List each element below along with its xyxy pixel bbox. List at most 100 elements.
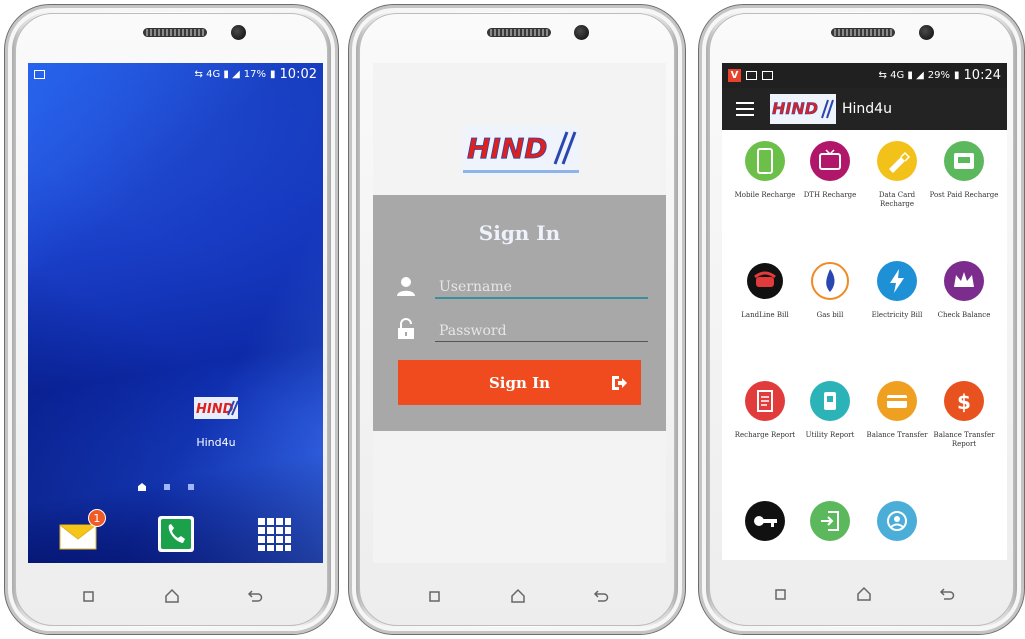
password-input[interactable] [435, 321, 648, 342]
service-tile-label: Balance Transfer Report [933, 431, 995, 448]
notification-badge: 1 [87, 509, 106, 527]
home-icon[interactable] [163, 587, 181, 605]
earpiece-speaker [143, 28, 207, 37]
battery-percent: 17% [243, 68, 267, 80]
service-tile[interactable]: LandLine Bill [730, 261, 800, 320]
front-camera [574, 25, 589, 40]
service-tile-label: Post Paid Recharge [929, 191, 999, 199]
apps-grid-icon [258, 518, 292, 551]
page-indicator [138, 483, 194, 491]
lock-icon [393, 316, 419, 342]
service-tile[interactable]: Balance Transfer [862, 381, 932, 440]
utility-icon [810, 381, 850, 421]
hardware-nav-bar [739, 585, 989, 603]
service-tile[interactable] [862, 501, 932, 541]
service-tile[interactable] [795, 501, 865, 541]
login-screen: HIND Sign In Sign In [373, 63, 666, 563]
login-icon [810, 501, 850, 541]
hind4u-app-icon[interactable]: HIND [194, 397, 239, 419]
key-icon [745, 501, 785, 541]
status-bar: V ⇆ 4G ▮ ◢ 29% ▮ 10:24 [722, 63, 1007, 88]
page-dot [188, 484, 194, 490]
dollar-icon: $ [944, 381, 984, 421]
service-tile-label: Gas bill [816, 311, 844, 319]
menu-icon[interactable] [736, 102, 754, 116]
recent-apps-icon[interactable] [80, 587, 98, 605]
hind-logo: HIND [770, 94, 836, 124]
recent-apps-icon[interactable] [772, 585, 790, 603]
service-tile[interactable]: DTH Recharge [795, 141, 865, 200]
crown-icon [944, 261, 984, 301]
battery-icon: ▮ [270, 68, 276, 80]
service-tile[interactable]: Post Paid Recharge [929, 141, 999, 200]
back-icon[interactable] [938, 585, 956, 603]
report-icon [745, 381, 785, 421]
earpiece-speaker [831, 28, 895, 37]
hind-logo: HIND [463, 126, 579, 176]
app-drawer[interactable] [255, 515, 293, 553]
app-title: Hind4u [842, 101, 892, 117]
battery-percent: 29% [927, 70, 951, 81]
svg-text:$: $ [957, 390, 971, 414]
recent-apps-icon[interactable] [426, 587, 444, 605]
sign-in-panel: Sign In Sign In [373, 195, 666, 431]
service-tile[interactable] [730, 501, 800, 541]
service-tile-label: LandLine Bill [741, 311, 789, 319]
service-tile[interactable]: Gas bill [795, 261, 865, 320]
support-icon [877, 501, 917, 541]
password-row [393, 308, 648, 342]
dashboard-screen: V ⇆ 4G ▮ ◢ 29% ▮ 10:24 HIND Hind4u Mobil… [722, 63, 1007, 560]
hardware-nav-bar [47, 587, 297, 605]
sign-in-button-label: Sign In [488, 373, 551, 392]
svg-text:HIND: HIND [467, 132, 548, 165]
back-icon[interactable] [246, 587, 264, 605]
earpiece-speaker [487, 28, 551, 37]
front-camera [231, 25, 246, 40]
service-tile-label: Utility Report [805, 431, 855, 439]
back-icon[interactable] [592, 587, 610, 605]
image-icon [746, 71, 757, 80]
app-bar: HIND Hind4u [722, 88, 1007, 130]
service-tile[interactable]: Mobile Recharge [730, 141, 800, 200]
sign-in-button[interactable]: Sign In [398, 360, 641, 405]
service-tile[interactable]: Electricity Bill [862, 261, 932, 320]
telephone-icon [745, 261, 785, 301]
sign-in-arrow-icon [612, 376, 627, 390]
service-tile[interactable]: Check Balance [929, 261, 999, 320]
username-row [393, 265, 648, 299]
page-dot [164, 484, 170, 490]
card-icon [877, 381, 917, 421]
service-tile-label: Data Card Recharge [878, 191, 916, 208]
front-camera [919, 25, 934, 40]
bill-icon [944, 141, 984, 181]
lightning-icon [877, 261, 917, 301]
battery-icon: ▮ [954, 70, 960, 81]
service-tile[interactable]: Data Card Recharge [862, 141, 932, 209]
notification-icon [34, 69, 45, 79]
home-screen: ⇆ 4G ▮ ◢ 17% ▮ 10:02 HIND Hind4u 1 [28, 63, 323, 563]
service-tile-label: Recharge Report [734, 431, 796, 439]
v-app-icon: V [728, 69, 741, 82]
flame-icon [810, 261, 850, 301]
usb-icon [877, 141, 917, 181]
service-tile[interactable]: Recharge Report [730, 381, 800, 440]
email-app[interactable]: 1 [58, 509, 106, 551]
home-icon[interactable] [855, 585, 873, 603]
sign-in-title: Sign In [478, 221, 561, 245]
signal-icons: ⇆ 4G ▮ ◢ [878, 70, 924, 81]
mobile-icon [745, 141, 785, 181]
hardware-nav-bar [393, 587, 643, 605]
service-tile-label: Mobile Recharge [734, 191, 796, 199]
svg-text:HIND: HIND [772, 99, 818, 118]
service-tile-label: Electricity Bill [871, 311, 923, 319]
service-tile-label: Check Balance [937, 311, 991, 319]
phone-app[interactable] [157, 515, 195, 553]
username-input[interactable] [435, 277, 648, 299]
service-tile[interactable]: $ Balance Transfer Report [929, 381, 999, 449]
phone-icon [158, 516, 195, 552]
home-icon[interactable] [509, 587, 527, 605]
service-tile-label: DTH Recharge [803, 191, 857, 199]
status-time: 10:02 [279, 66, 317, 82]
status-bar: ⇆ 4G ▮ ◢ 17% ▮ 10:02 [28, 63, 323, 85]
service-tile[interactable]: Utility Report [795, 381, 865, 440]
